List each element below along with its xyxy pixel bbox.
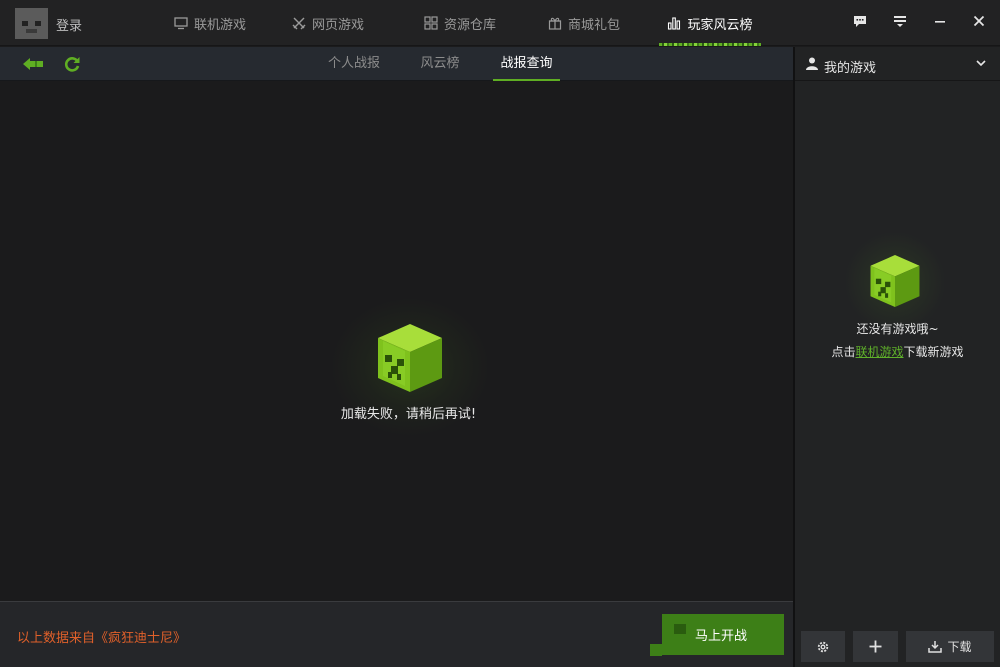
nav-tab-online-games[interactable]: 联机游戏 [174, 0, 246, 46]
my-games-title: 我的游戏 [824, 61, 877, 76]
content-area: 加载失败，请稍后再试! [0, 82, 793, 601]
nav-tab-web-games[interactable]: 网页游戏 [292, 0, 364, 46]
avatar-mouth [26, 29, 37, 33]
my-games-header[interactable]: 我的游戏 [795, 47, 1000, 81]
plus-icon [869, 640, 882, 653]
slime-cube-icon [378, 324, 442, 392]
top-bar: 登录 联机游戏 网页游戏 资源仓库 商城礼包 玩家风云榜 [0, 0, 1000, 46]
tab-label: 战报查询 [500, 56, 553, 71]
nav-tab-label: 玩家风云榜 [687, 17, 753, 33]
tab-label: 个人战报 [327, 56, 380, 71]
minimize-icon [935, 21, 945, 23]
sub-toolbar: 个人战报 风云榜 战报查询 [0, 47, 793, 81]
settings-button[interactable] [801, 631, 845, 662]
tab-label: 风云榜 [420, 56, 460, 71]
nav-tab-leaderboard[interactable]: 玩家风云榜 [659, 0, 761, 46]
minimize-button[interactable] [927, 10, 953, 32]
tab-personal-reports[interactable]: 个人战报 [321, 47, 387, 81]
refresh-icon[interactable] [63, 55, 81, 73]
avatar-eye [22, 21, 28, 26]
nav-tab-resources[interactable]: 资源仓库 [424, 0, 496, 46]
no-games-text: 还没有游戏哦~ [856, 322, 939, 336]
bar-chart-icon [668, 17, 681, 30]
slime-cube-icon [870, 255, 920, 307]
chat-icon [854, 15, 866, 27]
nav-tab-store-gifts[interactable]: 商城礼包 [548, 0, 620, 46]
download-button[interactable]: 下载 [906, 631, 994, 662]
tab-rankings[interactable]: 风云榜 [412, 47, 468, 81]
avatar[interactable] [15, 8, 48, 39]
load-error-message: 加载失败，请稍后再试! [340, 407, 477, 422]
monitor-icon [174, 17, 188, 30]
online-games-link[interactable]: 联机游戏 [855, 345, 903, 359]
chat-button[interactable] [847, 10, 873, 32]
nav-tab-label: 资源仓库 [444, 17, 497, 33]
close-icon [973, 15, 985, 27]
nav-tab-label: 商城礼包 [568, 17, 621, 33]
bottom-bar: 以上数据来自《疯狂迪士尼》 马上开战 [0, 601, 793, 667]
skin-button[interactable] [887, 10, 913, 32]
active-tab-indicator [659, 43, 761, 46]
download-hint: 点击联机游戏下载新游戏 [795, 343, 1000, 360]
close-button[interactable] [966, 10, 992, 32]
hint-suffix: 下载新游戏 [903, 345, 964, 359]
data-source-text: 以上数据来自《疯狂迪士尼》 [17, 631, 187, 646]
grid-icon [424, 16, 438, 30]
login-link[interactable]: 登录 [56, 15, 82, 34]
skin-icon [894, 15, 906, 27]
crossed-swords-icon [292, 17, 306, 30]
start-battle-label: 马上开战 [694, 629, 747, 644]
download-icon [928, 641, 943, 653]
chevron-down-icon[interactable] [976, 59, 986, 67]
my-games-panel: 我的游戏 还没有游戏哦~ 点击联机游戏下载新游戏 下载 [795, 47, 1000, 667]
nav-tab-label: 网页游戏 [312, 17, 365, 33]
nav-tab-label: 联机游戏 [194, 17, 247, 33]
download-label: 下载 [947, 640, 972, 654]
gift-icon [548, 17, 562, 30]
avatar-eye [35, 21, 41, 26]
add-game-button[interactable] [853, 631, 898, 662]
back-arrow-icon[interactable] [21, 56, 45, 72]
pixel-decoration-icon [650, 614, 686, 656]
user-icon [806, 57, 818, 70]
hint-prefix: 点击 [831, 345, 856, 359]
gear-icon [817, 641, 829, 652]
tab-report-query[interactable]: 战报查询 [493, 47, 560, 81]
